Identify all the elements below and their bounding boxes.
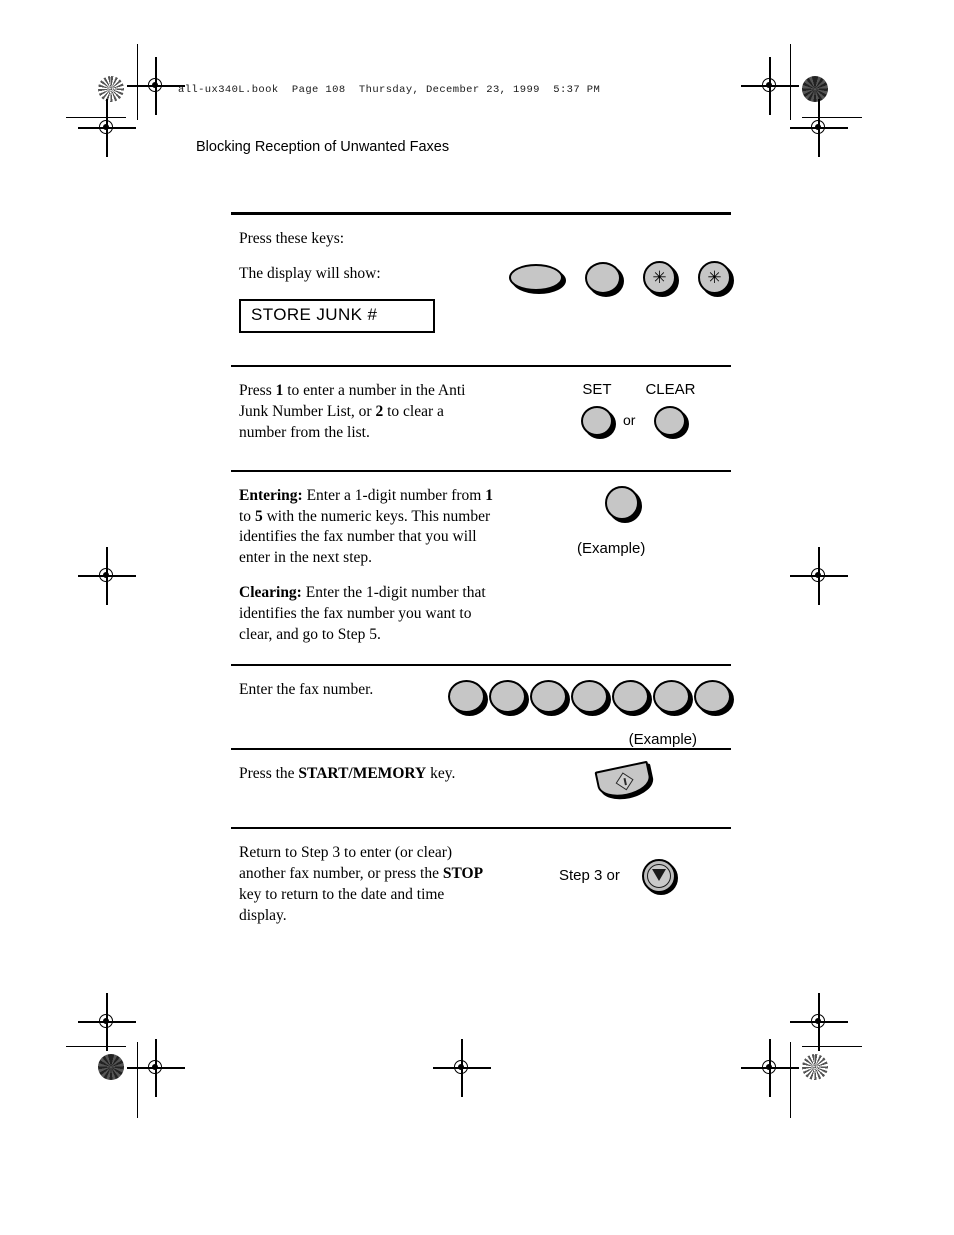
table-row: Entering: Enter a 1-digit number from 1 …	[231, 472, 731, 664]
numeric-key[interactable]	[571, 680, 608, 714]
step-choose-enter-or-clear-text: Press 1 to enter a number in the Anti Ju…	[231, 367, 499, 470]
entering-paragraph: Entering: Enter a 1-digit number from 1 …	[239, 486, 495, 570]
power-diamond-icon	[615, 772, 633, 791]
registration-mark-upper-right	[790, 99, 848, 157]
numeric-key[interactable]	[585, 261, 621, 294]
asterisk-icon: ✳	[652, 267, 667, 287]
page-title: Blocking Reception of Unwanted Faxes	[196, 139, 450, 155]
example-caption: (Example)	[628, 731, 697, 749]
trim-line-top-left-vertical	[137, 44, 139, 120]
trim-line-upper-left-horizontal	[66, 117, 126, 119]
numeric-key[interactable]	[612, 680, 649, 714]
emphasis-text: 5	[254, 507, 263, 525]
numeric-key[interactable]	[694, 680, 731, 714]
body-text: key to return to the date and time displ…	[239, 885, 445, 924]
instruction-line: Press these keys:	[239, 230, 345, 247]
stop-key-inner-ring	[646, 863, 671, 888]
registration-mark-top-left	[127, 57, 185, 115]
registration-mark-middle-right	[790, 547, 848, 605]
lcd-display-text: STORE JUNK #	[251, 305, 378, 325]
instruction-line: The display will show:	[239, 264, 381, 282]
instruction-paragraph: Press 1 to enter a number in the Anti Ju…	[239, 381, 495, 444]
table-row: Enter the fax number. (Example)	[231, 666, 731, 748]
trim-line-lower-right-horizontal	[802, 1046, 862, 1048]
asterisk-icon: ✳	[707, 267, 722, 287]
entering-label: Entering:	[239, 486, 303, 504]
halftone-circle-top-left	[98, 76, 124, 102]
step-enter-fax-number-text: Enter the fax number.	[231, 666, 450, 725]
step-entering-clearing-text: Entering: Enter a 1-digit number from 1 …	[231, 472, 499, 664]
body-text: Return to Step 3 to enter (or clear) ano…	[239, 843, 453, 882]
step-press-keys-keys: ✳ ✳	[483, 215, 731, 294]
halftone-circle-bottom-right	[802, 1054, 828, 1080]
emphasis-text: START/MEMORY	[298, 765, 427, 783]
registration-mark-bottom-right	[741, 1039, 799, 1097]
step-enter-fax-number-keys: (Example)	[448, 666, 731, 749]
step-entering-clearing-keys: (Example)	[499, 472, 731, 557]
halftone-circle-top-right	[802, 76, 828, 102]
lcd-display: STORE JUNK #	[239, 298, 435, 333]
step-press-start-memory-text: Press the START/MEMORY key.	[231, 750, 499, 827]
stop-triangle-icon	[651, 869, 666, 882]
registration-mark-lower-right	[790, 993, 848, 1051]
instruction-paragraph: Return to Step 3 to enter (or clear) ano…	[239, 843, 495, 927]
book-file-header: all-ux340L.book Page 108 Thursday, Decem…	[178, 84, 601, 96]
registration-mark-upper-left	[78, 99, 136, 157]
numeric-key[interactable]	[489, 680, 526, 714]
numeric-key[interactable]	[605, 485, 639, 520]
trim-line-bottom-right-vertical	[790, 1042, 792, 1118]
star-key[interactable]: ✳	[643, 261, 676, 294]
registration-mark-lower-left	[78, 993, 136, 1051]
set-key[interactable]	[581, 405, 613, 436]
numeric-key[interactable]	[653, 680, 690, 714]
example-caption: (Example)	[577, 539, 646, 557]
registration-mark-bottom-left	[127, 1039, 185, 1097]
or-label: or	[623, 411, 636, 428]
body-text: key.	[426, 765, 456, 783]
body-text: Press	[239, 381, 276, 399]
body-text: with the numeric keys. This number ident…	[239, 507, 491, 567]
table-row: Press 1 to enter a number in the Anti Ju…	[231, 367, 731, 470]
emphasis-text: 1	[485, 486, 493, 504]
trim-line-bottom-left-vertical	[137, 1042, 139, 1118]
instruction-paragraph: Press the START/MEMORY key.	[239, 764, 495, 785]
clear-key[interactable]	[654, 405, 687, 436]
numeric-keypad-row	[448, 680, 731, 714]
clear-key-label: CLEAR	[645, 380, 696, 398]
stop-key[interactable]	[641, 858, 676, 893]
step-press-start-memory-keys	[499, 750, 731, 802]
star-key[interactable]: ✳	[698, 261, 731, 294]
clearing-paragraph: Clearing: Enter the 1-digit number that …	[239, 583, 495, 646]
step-3-or-label: Step 3 or	[559, 867, 620, 885]
trim-line-upper-right-horizontal	[802, 117, 862, 119]
numeric-key[interactable]	[448, 680, 485, 714]
emphasis-text: STOP	[442, 864, 484, 882]
body-text: Press the	[239, 765, 299, 783]
step-return-or-stop-text: Return to Step 3 to enter (or clear) ano…	[231, 829, 499, 957]
table-row: Return to Step 3 to enter (or clear) ano…	[231, 829, 731, 957]
instruction-paragraph: Enter the fax number.	[239, 681, 374, 699]
step-return-or-stop-keys: Step 3 or	[499, 829, 731, 893]
halftone-circle-bottom-left	[98, 1054, 124, 1080]
table-row: Press the START/MEMORY key.	[231, 750, 731, 827]
table-row: Press these keys: The display will show:…	[231, 215, 731, 343]
registration-mark-bottom-center	[433, 1039, 491, 1097]
clearing-label: Clearing:	[239, 584, 302, 602]
step-press-keys-text: Press these keys: The display will show:…	[231, 215, 483, 343]
step-choose-enter-or-clear-keys: SET or CLEAR	[499, 367, 731, 436]
start-memory-key[interactable]	[594, 760, 654, 802]
trim-line-lower-left-horizontal	[66, 1046, 126, 1048]
registration-mark-middle-left	[78, 547, 136, 605]
registration-mark-top-right	[741, 57, 799, 115]
procedure-table: Press these keys: The display will show:…	[231, 212, 731, 957]
set-key-label: SET	[582, 380, 612, 398]
numeric-key[interactable]	[530, 680, 567, 714]
body-text: Enter a 1-digit number from	[302, 486, 486, 504]
body-text: to	[239, 507, 255, 525]
function-key[interactable]	[509, 264, 563, 291]
trim-line-top-right-vertical	[790, 44, 792, 120]
